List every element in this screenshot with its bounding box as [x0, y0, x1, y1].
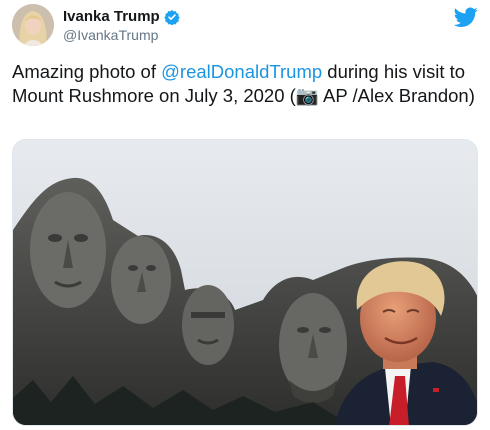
- tweet-photo[interactable]: [12, 139, 478, 426]
- tweet-card: Ivanka Trump @IvankaTrump Amazing photo …: [0, 0, 490, 430]
- display-name-row[interactable]: Ivanka Trump: [63, 8, 180, 25]
- tweet-text-start: Amazing photo of: [12, 61, 162, 82]
- avatar[interactable]: [12, 4, 54, 46]
- mention-link[interactable]: @realDonaldTrump: [161, 61, 322, 82]
- camera-emoji: 📷: [295, 85, 319, 106]
- handle[interactable]: @IvankaTrump: [63, 27, 158, 43]
- verified-badge-icon: [163, 9, 180, 25]
- photo-credit: AP /Alex Brandon): [318, 85, 475, 106]
- display-name[interactable]: Ivanka Trump: [63, 8, 160, 25]
- twitter-bird-icon[interactable]: [453, 5, 478, 29]
- photo-icon: [13, 140, 477, 425]
- tweet-text: Amazing photo of @realDonaldTrump during…: [12, 60, 478, 108]
